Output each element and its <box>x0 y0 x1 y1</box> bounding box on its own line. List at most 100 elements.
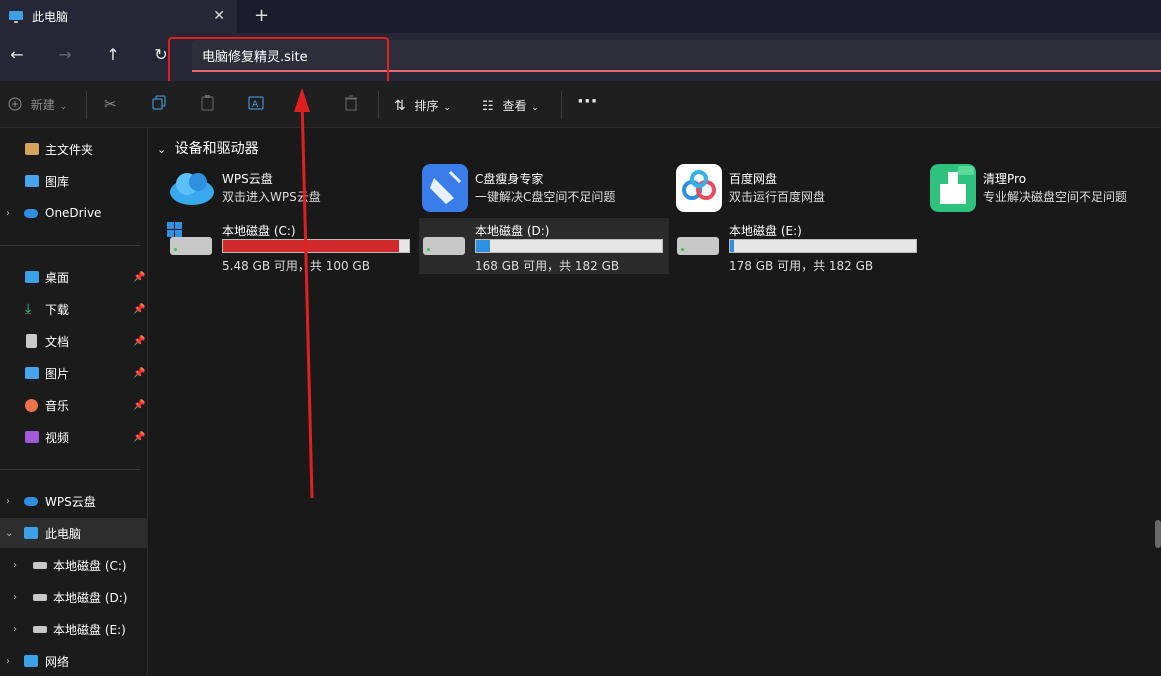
app-description: 一键解决C盘空间不足问题 <box>475 190 616 204</box>
drive-c[interactable]: 本地磁盘 (C:) 5.48 GB 可用，共 100 GB <box>166 218 416 274</box>
drive-icon <box>33 594 47 601</box>
pin-icon: 📌 <box>133 367 146 379</box>
app-tile-baidu[interactable]: 百度网盘 双击运行百度网盘 <box>676 164 916 214</box>
sidebar-item-label: 本地磁盘 (C:) <box>53 558 127 573</box>
app-name: 清理Pro <box>983 172 1027 186</box>
chevron-right-icon[interactable]: › <box>13 624 17 635</box>
hard-drive-icon <box>677 237 719 255</box>
app-tile-c-slim[interactable]: C盘瘦身专家 一键解决C盘空间不足问题 <box>422 164 662 214</box>
sidebar-item-videos[interactable]: 视频 📌 <box>0 422 147 452</box>
command-bar: 新建 ⌄ ✂ A ⇪ ⇅ 排序 ⌄ ☷ 查看 ⌄ ··· <box>0 81 1161 128</box>
pin-icon: 📌 <box>133 271 146 283</box>
pin-icon: 📌 <box>133 335 146 347</box>
drive-free-space: 5.48 GB 可用，共 100 GB <box>222 259 370 273</box>
sidebar-item-label: 桌面 <box>45 270 70 285</box>
paste-icon <box>201 95 214 111</box>
rename-button[interactable]: A <box>248 95 264 115</box>
wps-cloud-icon <box>170 173 214 205</box>
copy-button[interactable] <box>152 95 167 114</box>
sidebar-item-documents[interactable]: 文档 📌 <box>0 326 147 356</box>
baidu-netdisk-icon <box>676 164 722 212</box>
app-tile-wps[interactable]: WPS云盘 双击进入WPS云盘 <box>169 164 409 214</box>
sidebar-item-wps[interactable]: › WPS云盘 <box>0 486 147 516</box>
scrollbar[interactable] <box>1155 520 1161 548</box>
svg-text:A: A <box>252 100 259 110</box>
hard-drive-icon <box>170 237 212 255</box>
chevron-right-icon[interactable]: › <box>13 592 17 603</box>
drive-e[interactable]: 本地磁盘 (E:) 178 GB 可用，共 182 GB <box>673 218 923 274</box>
view-icon: ☷ <box>482 99 494 114</box>
navigation-pane: 主文件夹 图库 › OneDrive 桌面 📌 ⤓ 下载 📌 文档 📌 图片 📌… <box>0 128 148 676</box>
video-icon <box>25 431 39 443</box>
app-name: 百度网盘 <box>729 172 778 186</box>
close-tab-button[interactable]: ✕ <box>213 8 225 24</box>
chevron-down-icon: ⌄ <box>157 143 167 156</box>
paste-button[interactable] <box>200 95 215 115</box>
trash-icon <box>345 95 357 111</box>
broom-icon <box>422 164 468 212</box>
app-description: 双击运行百度网盘 <box>729 190 826 204</box>
up-button[interactable]: ↑ <box>103 45 123 64</box>
sidebar-item-label: 图库 <box>45 174 70 189</box>
pin-icon: 📌 <box>133 431 146 443</box>
document-icon <box>26 334 37 348</box>
drive-name: 本地磁盘 (C:) <box>222 224 296 238</box>
sidebar-item-onedrive[interactable]: › OneDrive <box>0 198 147 228</box>
chevron-down-icon[interactable]: ⌄ <box>5 528 13 539</box>
drive-d[interactable]: 本地磁盘 (D:) 168 GB 可用，共 182 GB <box>419 218 669 274</box>
app-tile-cleanpro[interactable]: 清理Pro 专业解决磁盘空间不足问题 <box>930 164 1161 214</box>
sidebar-item-drive-e[interactable]: › 本地磁盘 (E:) <box>0 614 147 644</box>
back-button[interactable]: ← <box>7 45 27 64</box>
sidebar-divider <box>0 245 140 246</box>
toolbar-divider <box>561 91 562 119</box>
home-icon <box>25 143 39 155</box>
drive-name: 本地磁盘 (E:) <box>729 224 802 238</box>
sidebar-item-drive-d[interactable]: › 本地磁盘 (D:) <box>0 582 147 612</box>
chevron-right-icon[interactable]: › <box>13 560 17 571</box>
sidebar-item-label: 本地磁盘 (E:) <box>53 622 126 637</box>
section-header[interactable]: ⌄ 设备和驱动器 <box>157 138 259 158</box>
scissors-icon: ✂ <box>104 95 117 113</box>
content-area: ⌄ 设备和驱动器 WPS云盘 双击进入WPS云盘 C盘瘦身专家 一键解决C盘空间… <box>149 128 1161 676</box>
drive-free-space: 168 GB 可用，共 182 GB <box>475 259 620 273</box>
new-tab-button[interactable]: + <box>254 5 269 26</box>
pin-icon: 📌 <box>133 303 146 315</box>
sidebar-item-network[interactable]: › 网络 <box>0 646 147 676</box>
red-highlight-box <box>168 37 389 84</box>
chevron-right-icon[interactable]: › <box>6 208 10 219</box>
sidebar-item-gallery[interactable]: 图库 <box>0 166 147 196</box>
hard-drive-icon <box>423 237 465 255</box>
sidebar-item-this-pc[interactable]: ⌄ 此电脑 <box>0 518 147 548</box>
chevron-right-icon[interactable]: › <box>6 656 10 667</box>
cloud-icon <box>24 209 38 218</box>
forward-button[interactable]: → <box>55 45 75 64</box>
sidebar-item-music[interactable]: 音乐 📌 <box>0 390 147 420</box>
cut-button[interactable]: ✂ <box>104 95 117 113</box>
sidebar-item-downloads[interactable]: ⤓ 下载 📌 <box>0 294 147 324</box>
sidebar-item-label: 音乐 <box>45 398 70 413</box>
section-title: 设备和驱动器 <box>174 141 259 157</box>
windows-logo-icon <box>167 222 183 238</box>
share-button[interactable]: ⇪ <box>296 95 309 113</box>
gallery-icon <box>25 175 39 187</box>
sidebar-item-label: 主文件夹 <box>45 142 94 157</box>
sidebar-item-label: 本地磁盘 (D:) <box>53 590 128 605</box>
sidebar-item-drive-c[interactable]: › 本地磁盘 (C:) <box>0 550 147 580</box>
sort-button[interactable]: ⇅ 排序 ⌄ <box>394 96 451 114</box>
sidebar-item-label: 网络 <box>45 654 70 669</box>
new-button[interactable]: 新建 ⌄ <box>8 95 67 113</box>
chevron-right-icon[interactable]: › <box>6 496 10 507</box>
app-description: 专业解决磁盘空间不足问题 <box>983 190 1128 204</box>
desktop-icon <box>25 271 39 283</box>
more-options-button[interactable]: ··· <box>577 91 598 112</box>
music-icon <box>25 398 38 412</box>
delete-button[interactable] <box>344 95 358 115</box>
tab-this-pc[interactable]: 此电脑 ✕ <box>0 0 237 33</box>
drive-icon <box>33 562 47 569</box>
plus-circle-icon <box>8 97 22 111</box>
sidebar-item-desktop[interactable]: 桌面 📌 <box>0 262 147 292</box>
view-button[interactable]: ☷ 查看 ⌄ <box>482 96 539 114</box>
sidebar-item-home[interactable]: 主文件夹 <box>0 134 147 164</box>
sidebar-item-pictures[interactable]: 图片 📌 <box>0 358 147 388</box>
copy-icon <box>152 95 166 110</box>
